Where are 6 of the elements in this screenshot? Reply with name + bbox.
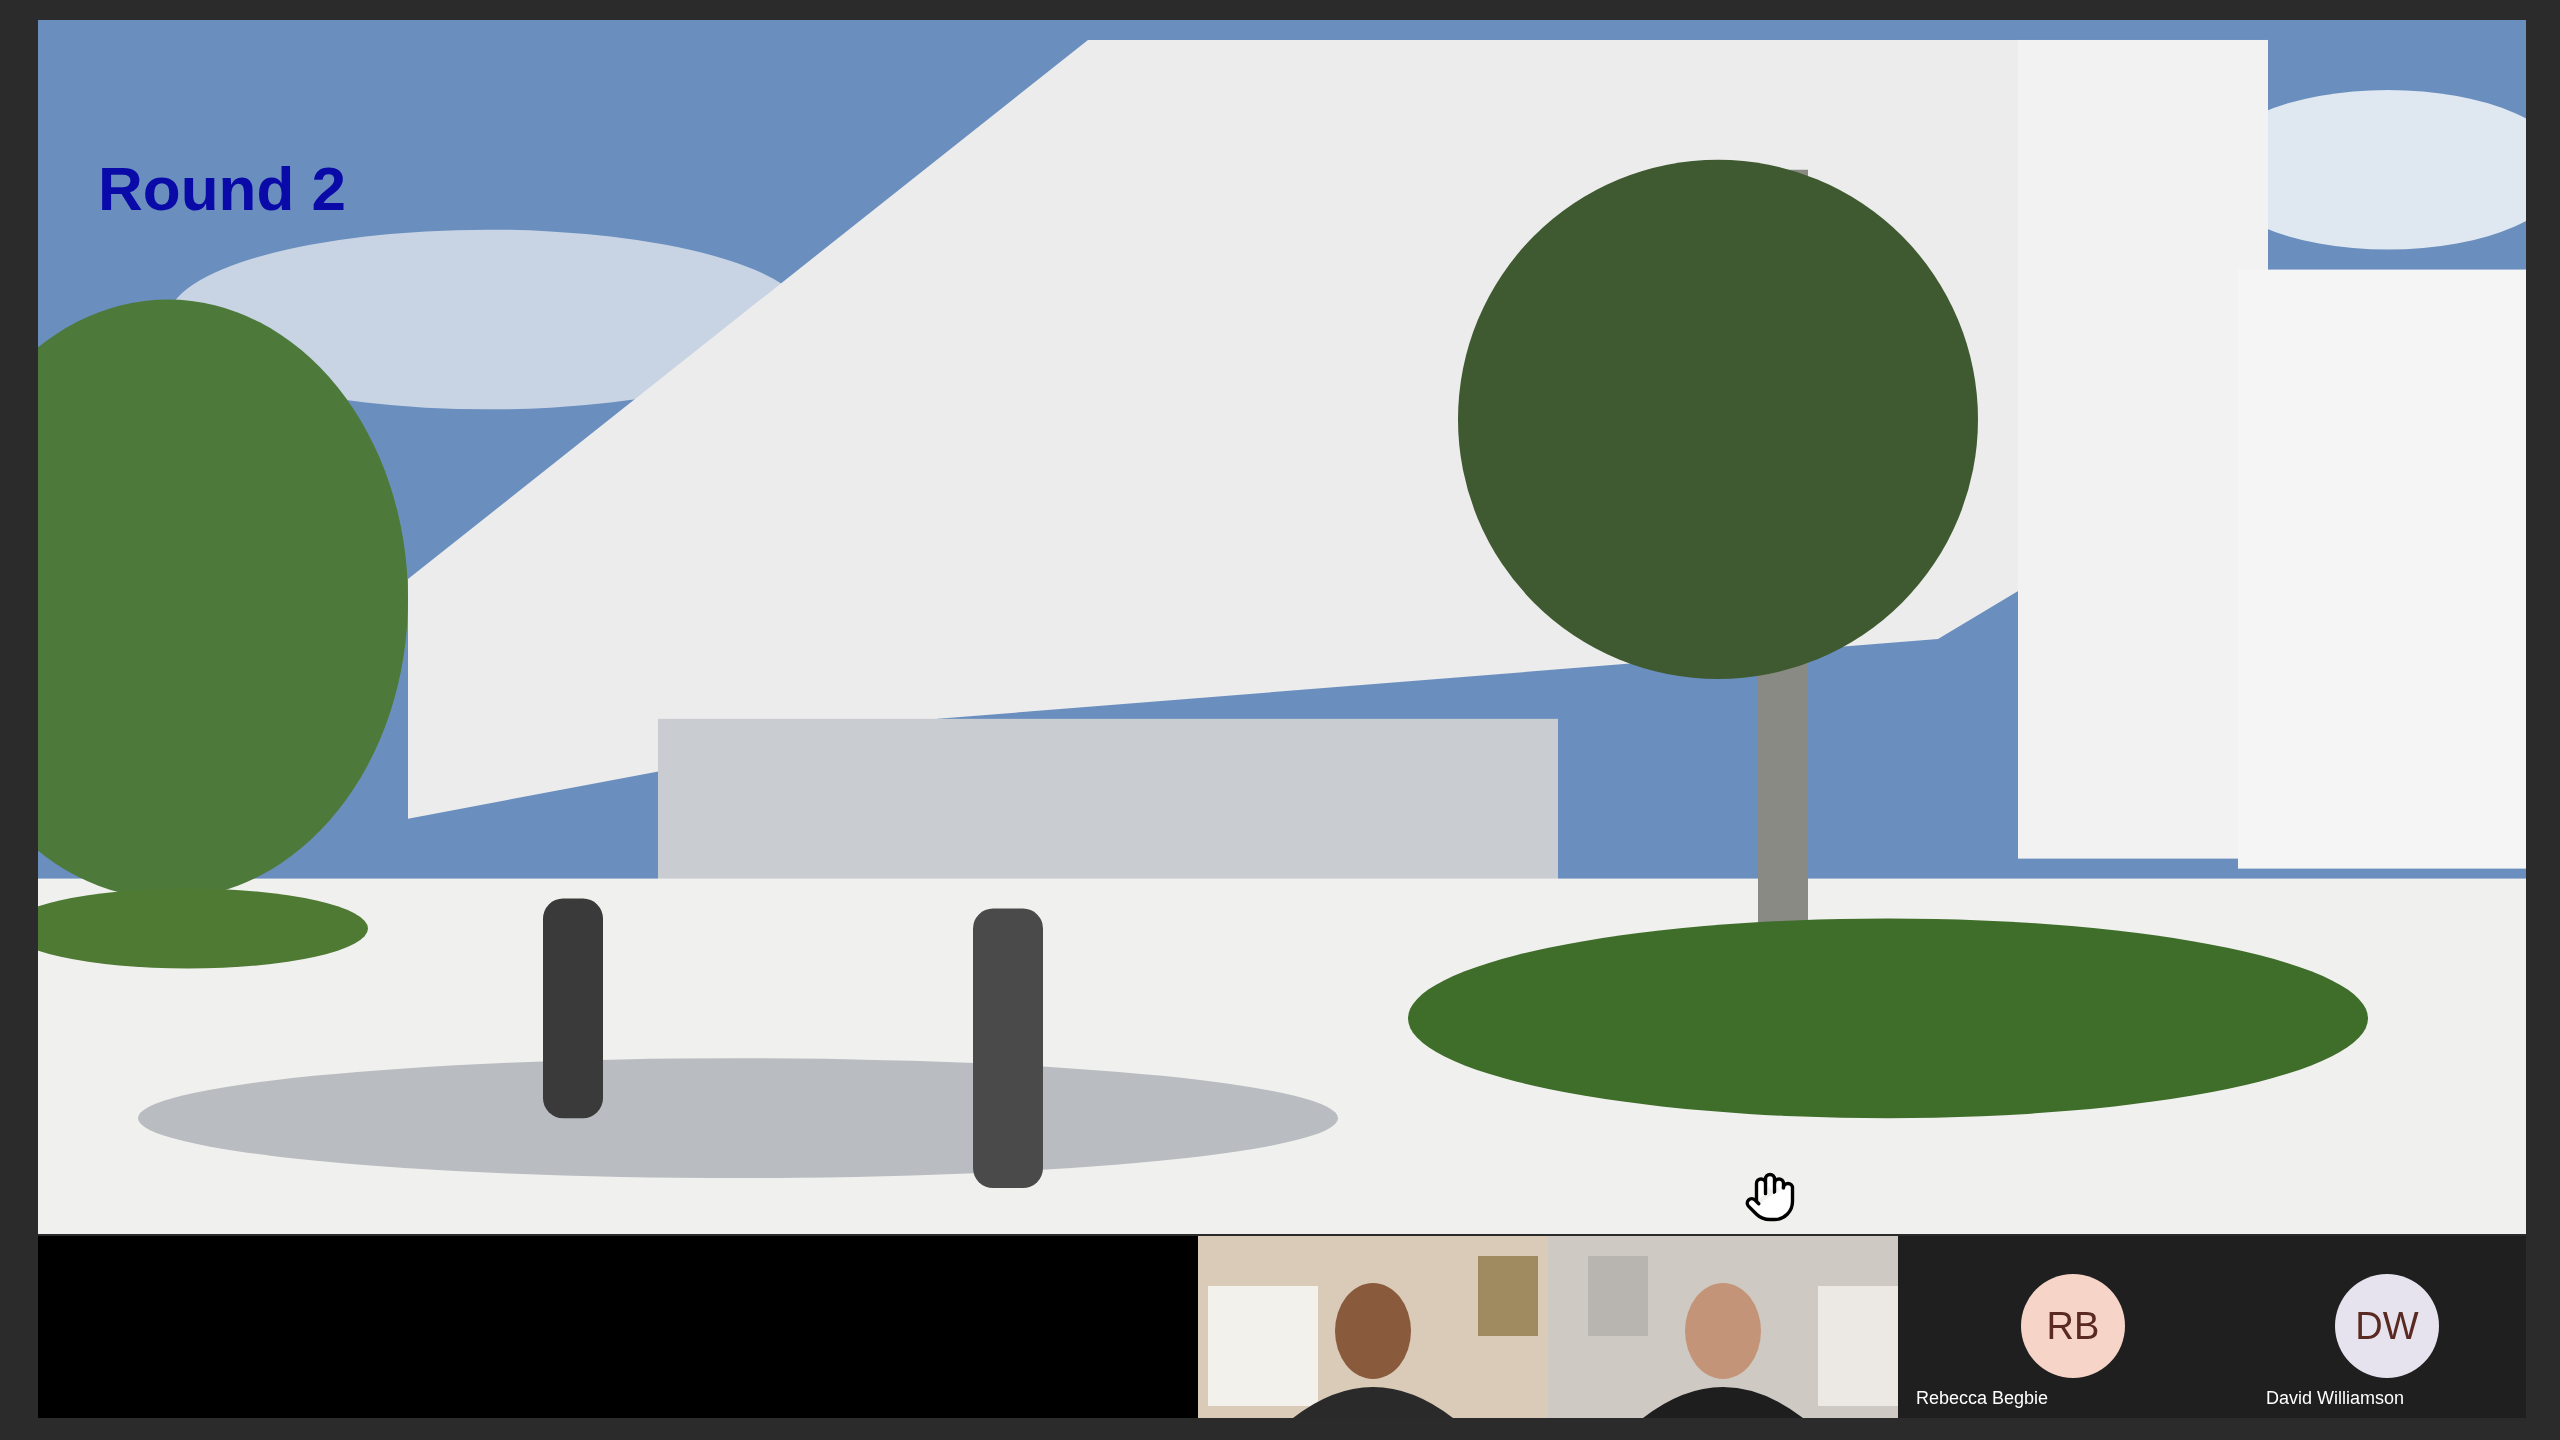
avatar-initials: DW [2355,1303,2419,1349]
participant-name: Rebecca Begbie [1916,1387,2049,1410]
slide-title: Round 2 [98,158,346,220]
hand-cursor-icon [1743,1170,1797,1224]
avatar-initials: RB [2046,1303,2100,1349]
participant-name: David Williamson [2266,1387,2405,1410]
